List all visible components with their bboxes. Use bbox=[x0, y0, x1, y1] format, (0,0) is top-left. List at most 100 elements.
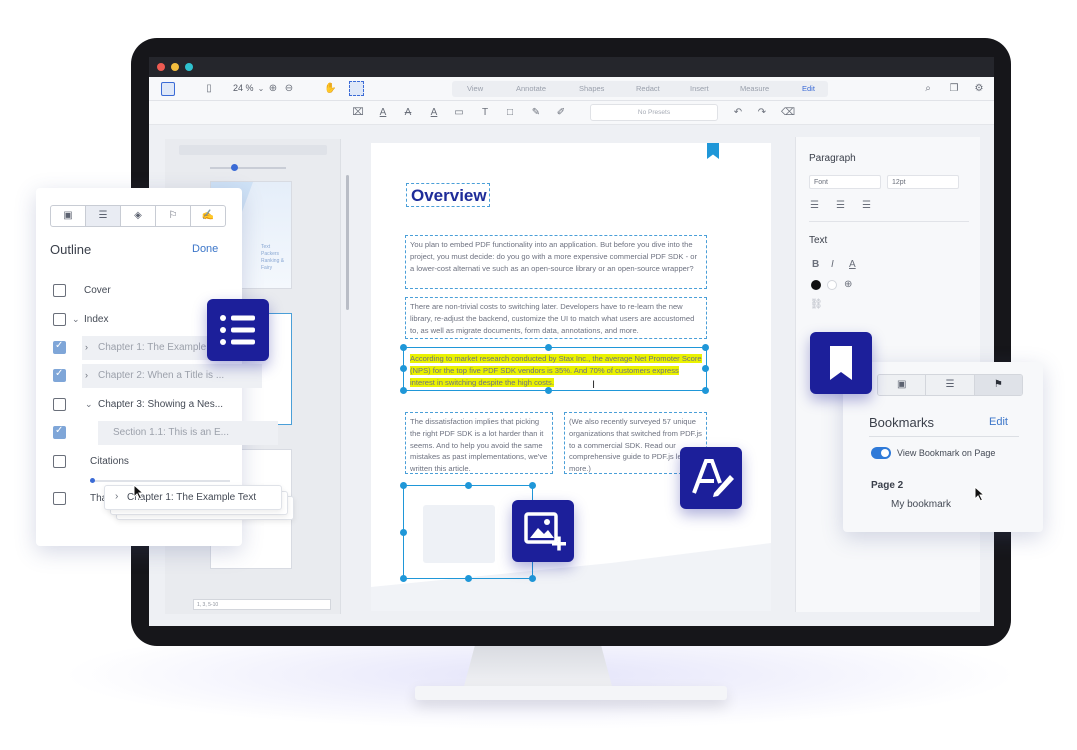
squiggly-icon[interactable]: A bbox=[427, 106, 441, 120]
image-handle[interactable] bbox=[529, 575, 536, 582]
settings-gear-icon[interactable]: ⚙ bbox=[973, 83, 985, 95]
view-bookmark-toggle[interactable] bbox=[871, 447, 891, 459]
outline-checkbox[interactable] bbox=[53, 455, 66, 468]
comment-icon[interactable]: ▭ bbox=[452, 106, 466, 120]
maximize-dot[interactable] bbox=[185, 63, 193, 71]
strikethrough-icon[interactable]: A bbox=[401, 106, 415, 120]
pan-hand-icon[interactable]: ✋ bbox=[324, 83, 336, 95]
outline-checkbox[interactable] bbox=[53, 313, 66, 326]
highlighter-icon[interactable]: ✐ bbox=[554, 106, 568, 120]
bookmarks-tab-icon[interactable]: ⚐ bbox=[156, 206, 191, 226]
paragraph-4[interactable]: The dissatisfaction implies that picking… bbox=[405, 412, 553, 474]
align-justify-icon[interactable]: ☰ bbox=[862, 200, 871, 212]
tab-annotate[interactable]: Annotate bbox=[516, 81, 546, 97]
zoom-out-icon[interactable]: ⊖ bbox=[283, 83, 295, 95]
selection-handle[interactable] bbox=[545, 344, 552, 351]
outline-checkbox[interactable] bbox=[53, 398, 66, 411]
color-black-swatch[interactable] bbox=[811, 280, 821, 290]
page-range-input[interactable]: 1, 3, 5-10 bbox=[193, 599, 331, 610]
image-handle[interactable] bbox=[400, 529, 407, 536]
eraser-icon[interactable]: ⌫ bbox=[781, 106, 795, 120]
chevron-right-icon[interactable]: › bbox=[85, 342, 88, 352]
pen-icon[interactable]: ✎ bbox=[529, 106, 543, 120]
tab-shapes[interactable]: Shapes bbox=[579, 81, 604, 97]
tab-edit[interactable]: Edit bbox=[802, 81, 815, 97]
bookmark-item[interactable]: My bookmark bbox=[891, 499, 951, 510]
selection-handle[interactable] bbox=[400, 344, 407, 351]
chevron-down-icon[interactable]: ⌄ bbox=[85, 399, 93, 410]
search-icon[interactable]: ⌕ bbox=[922, 83, 934, 95]
selection-handle[interactable] bbox=[400, 365, 407, 372]
add-color-icon[interactable]: ⊕ bbox=[844, 279, 852, 291]
image-handle[interactable] bbox=[400, 482, 407, 489]
tab-measure[interactable]: Measure bbox=[740, 81, 769, 97]
paragraph-2[interactable]: There are non-trivial costs to switching… bbox=[405, 297, 707, 339]
color-white-swatch[interactable] bbox=[827, 280, 837, 290]
selection-handle[interactable] bbox=[545, 387, 552, 394]
image-placeholder[interactable] bbox=[423, 505, 495, 563]
align-left-icon[interactable]: ☰ bbox=[810, 200, 819, 212]
zoom-level[interactable]: 24 % bbox=[233, 81, 254, 95]
font-size-select[interactable]: 12pt bbox=[887, 175, 959, 189]
image-handle[interactable] bbox=[465, 482, 472, 489]
selection-handle[interactable] bbox=[400, 387, 407, 394]
thumb-size-slider[interactable] bbox=[210, 167, 286, 169]
bookmark-flag-icon[interactable] bbox=[707, 143, 719, 159]
tab-view[interactable]: View bbox=[467, 81, 483, 97]
tab-redact[interactable]: Redact bbox=[636, 81, 660, 97]
outline-checkbox[interactable] bbox=[53, 284, 66, 297]
signatures-tab-icon[interactable]: ✍ bbox=[191, 206, 225, 226]
bookmark-tab-icon[interactable]: ⚑ bbox=[974, 375, 1022, 395]
thumbnails-tab-icon[interactable]: ▣ bbox=[878, 375, 927, 395]
outline-tab-icon[interactable]: ☰ bbox=[86, 206, 121, 226]
outline-checkbox[interactable] bbox=[53, 492, 66, 505]
edit-text-icon[interactable]: ⌧ bbox=[351, 106, 365, 120]
page-icon[interactable]: ▯ bbox=[203, 83, 215, 95]
chevron-down-icon[interactable]: ⌄ bbox=[255, 83, 267, 95]
marquee-select-icon[interactable] bbox=[349, 81, 364, 96]
outline-item[interactable]: Section 1.1: This is an E... bbox=[36, 421, 278, 445]
font-select[interactable]: Font bbox=[809, 175, 881, 189]
dragged-outline-item[interactable]: › Chapter 1: The Example Text bbox=[104, 485, 282, 510]
text-color-icon[interactable]: A bbox=[849, 259, 856, 271]
outline-checkbox[interactable] bbox=[53, 368, 66, 382]
underline-icon[interactable]: A bbox=[376, 106, 390, 120]
rectangle-icon[interactable]: □ bbox=[503, 106, 517, 120]
paragraph-3-highlighted[interactable]: According to market research conducted b… bbox=[406, 350, 706, 388]
undo-icon[interactable]: ↶ bbox=[731, 106, 745, 120]
outline-checkbox[interactable] bbox=[53, 425, 66, 439]
selection-handle[interactable] bbox=[702, 365, 709, 372]
zoom-in-icon[interactable]: ⊕ bbox=[267, 83, 279, 95]
italic-icon[interactable]: I bbox=[831, 259, 834, 271]
preset-dropdown[interactable]: No Presets bbox=[590, 104, 718, 121]
sidebar-toggle-icon[interactable] bbox=[161, 82, 175, 96]
paragraph-1[interactable]: You plan to embed PDF functionality into… bbox=[405, 235, 707, 289]
tab-insert[interactable]: Insert bbox=[690, 81, 709, 97]
bookmarks-edit-button[interactable]: Edit bbox=[989, 416, 1008, 428]
chevron-down-icon[interactable]: ⌄ bbox=[72, 314, 80, 325]
outline-item[interactable]: › Chapter 2: When a Title is ... bbox=[36, 364, 262, 388]
redo-icon[interactable]: ↷ bbox=[755, 106, 769, 120]
image-handle[interactable] bbox=[465, 575, 472, 582]
align-center-icon[interactable]: ☰ bbox=[836, 200, 845, 212]
text-tool-icon[interactable]: T bbox=[478, 106, 492, 120]
link-icon[interactable]: ⛓ bbox=[810, 299, 823, 311]
outline-item[interactable]: Citations bbox=[36, 450, 242, 474]
layers-tab-icon[interactable]: ◈ bbox=[121, 206, 156, 226]
minimize-dot[interactable] bbox=[171, 63, 179, 71]
outline-checkbox[interactable] bbox=[53, 340, 66, 354]
chevron-right-icon[interactable]: › bbox=[85, 370, 88, 380]
close-dot[interactable] bbox=[157, 63, 165, 71]
selection-handle[interactable] bbox=[702, 344, 709, 351]
comments-icon[interactable]: ❐ bbox=[948, 83, 960, 95]
sidebar-tabs[interactable] bbox=[179, 145, 327, 155]
bold-icon[interactable]: B bbox=[812, 259, 819, 271]
thumbnails-tab-icon[interactable]: ▣ bbox=[51, 206, 86, 226]
sidebar-scrollbar[interactable] bbox=[346, 175, 349, 310]
selection-handle[interactable] bbox=[702, 387, 709, 394]
thumb-size-handle[interactable] bbox=[231, 164, 238, 171]
outline-tab-icon[interactable]: ☰ bbox=[926, 375, 975, 395]
image-handle[interactable] bbox=[529, 482, 536, 489]
image-handle[interactable] bbox=[400, 575, 407, 582]
outline-item[interactable]: ⌄ Chapter 3: Showing a Nes... bbox=[36, 393, 242, 417]
